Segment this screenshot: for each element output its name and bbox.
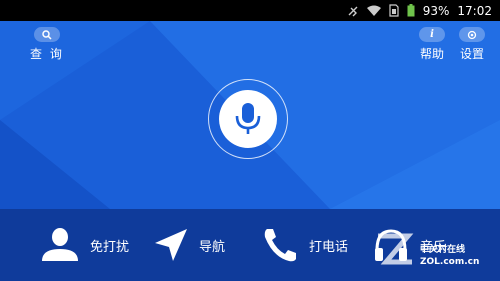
- gear-icon: [467, 30, 477, 39]
- navigation-arrow-icon: [155, 229, 187, 261]
- help-button[interactable]: i 帮助: [419, 27, 445, 62]
- help-label: 帮助: [419, 47, 444, 61]
- settings-label: 设置: [459, 47, 484, 61]
- search-icon: [42, 29, 52, 40]
- search-button[interactable]: 查 询: [30, 27, 64, 62]
- clock: 17:02: [457, 3, 492, 18]
- watermark-text-en: ZOL.com.cn: [420, 257, 480, 267]
- person-icon: [42, 228, 78, 261]
- watermark-text-cn: 中关村在线: [420, 245, 466, 255]
- do-not-disturb-button[interactable]: 免打扰: [40, 209, 129, 281]
- call-button[interactable]: 打电话: [261, 209, 348, 281]
- wifi-icon: [366, 5, 381, 17]
- search-label: 查 询: [30, 47, 64, 61]
- mute-icon: [347, 5, 359, 17]
- call-label: 打电话: [309, 239, 349, 255]
- microphone-icon: [235, 103, 261, 134]
- battery-percentage: 93%: [422, 3, 450, 18]
- do-not-disturb-label: 免打扰: [90, 239, 130, 255]
- navigation-button[interactable]: 导航: [153, 209, 225, 281]
- status-bar: 93% 17:02: [0, 0, 500, 21]
- sim-icon: [389, 4, 399, 17]
- navigation-label: 导航: [199, 239, 226, 255]
- battery-icon: [407, 4, 415, 17]
- settings-button[interactable]: 设置: [459, 27, 485, 62]
- microphone-button[interactable]: [219, 90, 277, 148]
- phone-icon: [264, 229, 296, 262]
- info-icon: i: [430, 29, 434, 40]
